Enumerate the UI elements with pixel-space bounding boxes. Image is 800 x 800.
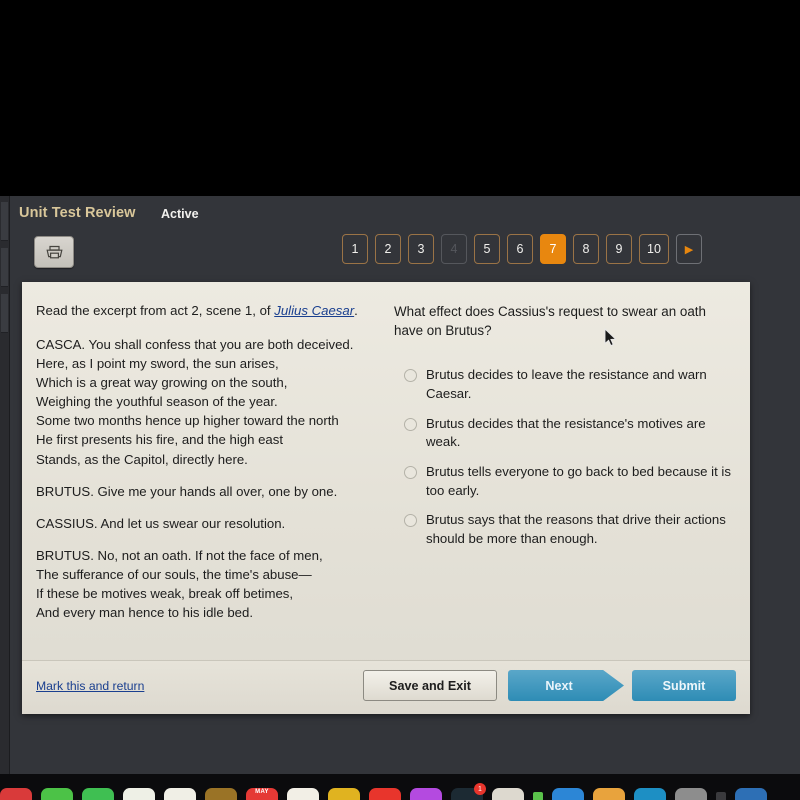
dock-item-pages[interactable] <box>492 788 524 800</box>
work-title-link[interactable]: Julius Caesar <box>274 303 354 318</box>
answer-option[interactable]: Brutus tells everyone to go back to bed … <box>394 463 738 500</box>
answer-option-label: Brutus decides that the resistance's mot… <box>426 415 706 450</box>
pager-button-8[interactable]: 8 <box>573 234 599 264</box>
question-panel: What effect does Cassius's request to sw… <box>394 282 750 661</box>
instruction-text-after: . <box>354 303 358 318</box>
dock-item-calendar[interactable]: MAY <box>246 788 278 800</box>
page-title: Unit Test Review <box>19 205 136 221</box>
screen: Unit Test Review Active 1 2 3 4 5 6 7 8 … <box>0 196 800 774</box>
dock-item-contacts[interactable] <box>205 788 237 800</box>
radio-button-icon[interactable] <box>404 514 417 528</box>
passage-instruction: Read the excerpt from act 2, scene 1, of… <box>36 302 378 321</box>
app-header: Unit Test Review Active <box>0 196 800 232</box>
dock-item-mail[interactable]: 1 <box>451 783 486 800</box>
dock-item-maps[interactable] <box>123 788 155 800</box>
next-button[interactable]: Next <box>508 670 624 701</box>
passage-panel: Read the excerpt from act 2, scene 1, of… <box>22 282 394 661</box>
background-window-edge <box>0 196 10 774</box>
pager-button-10[interactable]: 10 <box>639 234 669 264</box>
pager-button-2[interactable]: 2 <box>375 234 401 264</box>
status-badge: Active <box>161 207 199 221</box>
pager-button-6[interactable]: 6 <box>507 234 533 264</box>
pager-button-5[interactable]: 5 <box>474 234 500 264</box>
pager-button-7[interactable]: 7 <box>540 234 566 264</box>
passage-stanza: BRUTUS. Give me your hands all over, one… <box>36 483 338 499</box>
pager-button-3[interactable]: 3 <box>408 234 434 264</box>
dock-item-reminders[interactable] <box>328 788 360 800</box>
answer-option-label: Brutus decides to leave the resistance a… <box>426 367 707 401</box>
dock-items: MAY 1 <box>0 783 800 800</box>
toolbar: 1 2 3 4 5 6 7 8 9 10 ▶ <box>0 232 800 284</box>
dock-item-notes[interactable] <box>287 788 319 800</box>
print-button[interactable] <box>34 236 74 268</box>
answer-option[interactable]: Brutus decides to leave the resistance a… <box>394 366 738 403</box>
dock-item-keynote[interactable] <box>593 788 625 800</box>
dock: MAY 1 <box>0 774 800 800</box>
pager-button-4: 4 <box>441 234 467 264</box>
mail-badge-count: 1 <box>474 783 486 795</box>
radio-button-icon[interactable] <box>404 466 417 479</box>
radio-button-icon[interactable] <box>404 369 417 383</box>
mark-this-and-return-link[interactable]: Mark this and return <box>36 679 144 693</box>
instruction-text-before: Read the excerpt from act 2, scene 1, of <box>36 303 275 318</box>
submit-button[interactable]: Submit <box>632 670 736 701</box>
dock-item-appstore[interactable] <box>552 788 584 800</box>
answer-option[interactable]: Brutus says that the reasons that drive … <box>394 511 738 548</box>
printer-icon <box>45 244 64 261</box>
dock-item-podcasts[interactable] <box>410 788 442 800</box>
answer-option-label: Brutus says that the reasons that drive … <box>426 512 726 547</box>
question-pagination: 1 2 3 4 5 6 7 8 9 10 ▶ <box>342 234 702 264</box>
dock-item-trash[interactable] <box>735 788 767 800</box>
question-text: What effect does Cassius's request to sw… <box>394 304 706 339</box>
passage-stanza: CASSIUS. And let us swear our resolution… <box>36 515 286 531</box>
dock-item-settings[interactable] <box>675 788 707 800</box>
calendar-month-label: MAY <box>255 789 269 795</box>
dock-item-downloads[interactable] <box>716 792 726 800</box>
card-footer: Mark this and return Save and Exit Next … <box>22 660 750 714</box>
dock-item-facetime[interactable] <box>82 788 114 800</box>
pager-button-1[interactable]: 1 <box>342 234 368 264</box>
dock-item-messages[interactable] <box>41 788 73 800</box>
monitor-photo: Unit Test Review Active 1 2 3 4 5 6 7 8 … <box>0 0 800 800</box>
passage-stanza: BRUTUS. No, not an oath. If not the face… <box>36 548 323 621</box>
answer-option-label: Brutus tells everyone to go back to bed … <box>426 464 731 498</box>
question-card: Read the excerpt from act 2, scene 1, of… <box>22 282 750 714</box>
card-body: Read the excerpt from act 2, scene 1, of… <box>22 282 750 661</box>
passage-stanza: CASCA. You shall confess that you are bo… <box>36 336 354 467</box>
next-page-arrow-icon[interactable]: ▶ <box>676 234 702 264</box>
dock-item-music[interactable] <box>369 788 401 800</box>
dock-item-safari[interactable] <box>634 788 666 800</box>
answer-option[interactable]: Brutus decides that the resistance's mot… <box>394 415 738 452</box>
radio-button-icon[interactable] <box>404 417 417 431</box>
dock-item-finder[interactable] <box>0 788 32 800</box>
pager-button-9[interactable]: 9 <box>606 234 632 264</box>
dock-item-numbers[interactable] <box>533 792 543 800</box>
save-and-exit-button[interactable]: Save and Exit <box>363 670 497 701</box>
dock-item-photos[interactable] <box>164 788 196 800</box>
